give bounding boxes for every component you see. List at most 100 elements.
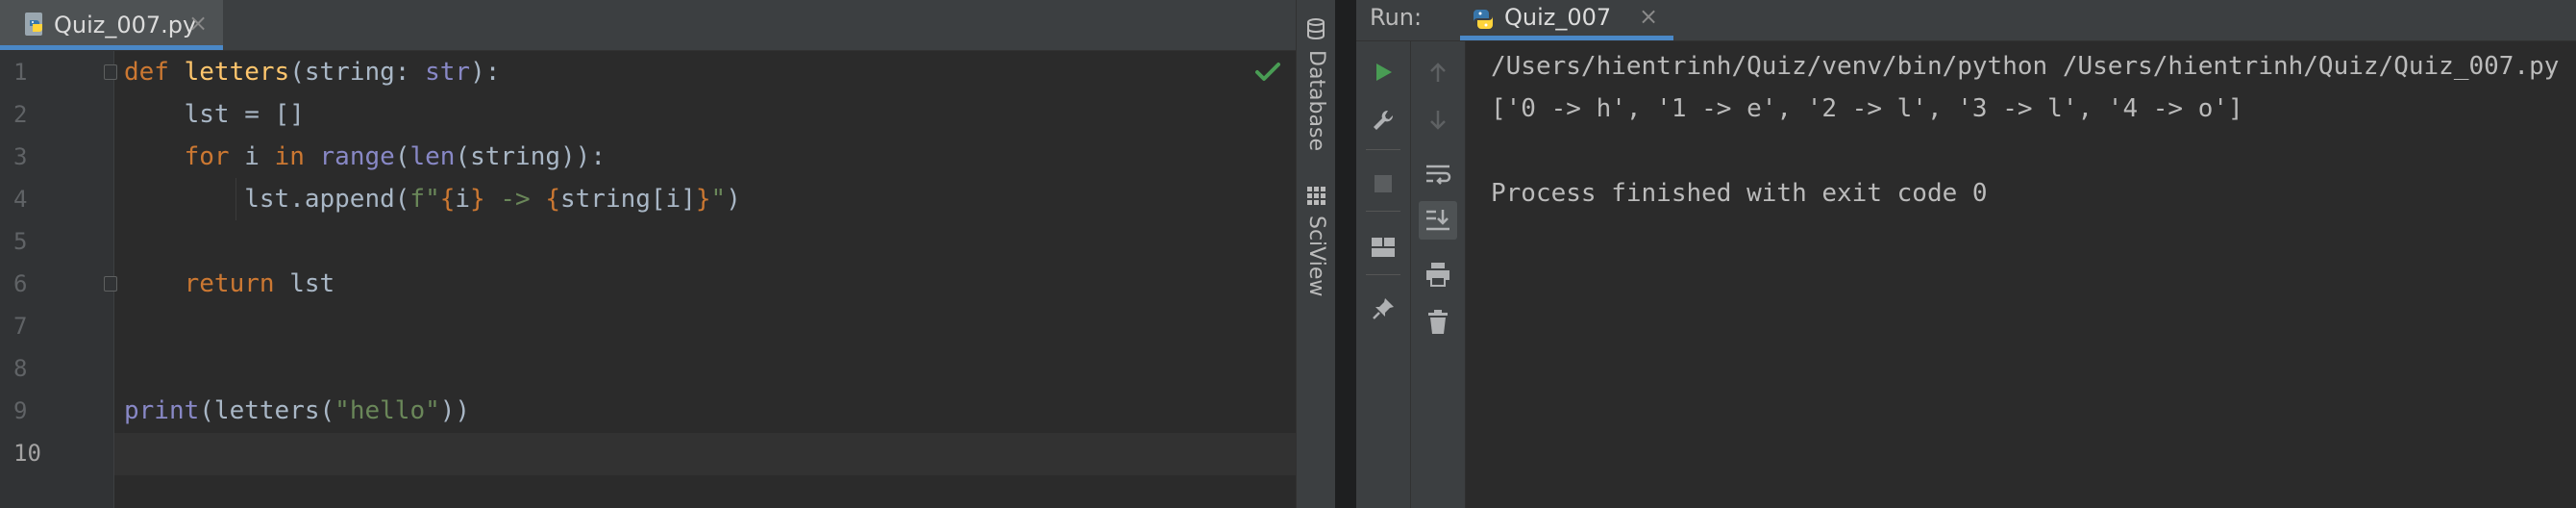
code-text: (letters(: [199, 396, 335, 425]
string-literal: ->: [484, 185, 546, 214]
code-line-2: lst = []: [124, 100, 305, 129]
code-text: ):: [470, 58, 501, 87]
line-number: 4: [13, 186, 28, 213]
line-number: 7: [13, 313, 28, 340]
console-result-line: ['0 -> h', '1 -> e', '2 -> l', '3 -> l',…: [1491, 94, 2243, 123]
code-text: lst: [274, 269, 335, 298]
layout-button[interactable]: [1364, 228, 1402, 267]
code-area[interactable]: def letters(string: str): lst = [] for i…: [114, 51, 1296, 508]
keyword: for: [184, 142, 230, 171]
keyword: return: [184, 269, 275, 298]
current-line-highlight: [114, 433, 1296, 475]
database-icon: [1307, 18, 1325, 40]
code-line-6: return lst: [124, 263, 335, 305]
line-number: 3: [13, 143, 28, 170]
line-number: 9: [13, 397, 28, 424]
soft-wrap-button[interactable]: [1419, 155, 1457, 193]
console-command-line: /Users/hientrinh/Quiz/venv/bin/python /U…: [1491, 52, 2560, 81]
close-icon[interactable]: ×: [1639, 3, 1658, 30]
run-header: Run: Quiz_007 ×: [1356, 0, 2576, 41]
pane-separator[interactable]: [1335, 0, 1356, 508]
line-number-gutter: 1 2 3 4 5 6 7 8 9 10: [0, 51, 117, 508]
code-text: )): [439, 396, 471, 425]
line-number: 6: [13, 270, 28, 297]
close-icon[interactable]: ×: [188, 10, 208, 37]
editor-tab-label: Quiz_007.py: [54, 12, 197, 38]
sciview-tab-label: SciView: [1304, 216, 1328, 297]
code-line-1: def letters(string: str):: [124, 51, 500, 93]
toolbar-separator: [1366, 149, 1400, 150]
keyword: in: [274, 142, 305, 171]
down-arrow-icon: [1430, 111, 1446, 130]
code-text: (: [394, 142, 410, 171]
layout-icon: [1372, 238, 1395, 257]
line-number-current: 10: [13, 440, 41, 467]
next-occurrence-button[interactable]: [1419, 101, 1457, 140]
code-line-9: print(letters("hello")): [124, 390, 470, 432]
console-exit-line: Process finished with exit code 0: [1491, 179, 1988, 208]
editor-tab-bar: Quiz_007.py ×: [0, 0, 1296, 51]
string-literal: ": [710, 185, 727, 214]
line-number: 1: [13, 59, 28, 86]
code-text: string[i]: [559, 185, 696, 214]
scroll-to-end-icon: [1426, 210, 1449, 231]
run-toolbar-left: [1356, 41, 1411, 508]
builtin-function: print: [124, 396, 200, 425]
print-icon: [1426, 263, 1449, 287]
run-toolbar-right: [1411, 41, 1466, 508]
settings-wrench-icon: [1374, 110, 1394, 130]
toolbar-separator: [1366, 211, 1400, 212]
scroll-to-end-button[interactable]: [1419, 201, 1457, 240]
editor-pane[interactable]: Quiz_007.py × 1 2 3 4 5 6 7 8 9 10 def l…: [0, 0, 1296, 508]
previous-occurrence-button[interactable]: [1419, 53, 1457, 91]
trash-icon: [1428, 310, 1448, 334]
pin-icon: [1373, 298, 1394, 319]
keyword: def: [124, 58, 169, 87]
console-output[interactable]: /Users/hientrinh/Quiz/venv/bin/python /U…: [1466, 41, 2576, 508]
code-line-3: for i in range(len(string)):: [124, 136, 606, 178]
code-text: (string)):: [455, 142, 606, 171]
database-tab-label: Database: [1304, 50, 1328, 151]
check-icon[interactable]: [1255, 62, 1280, 83]
clear-all-button[interactable]: [1419, 303, 1457, 342]
right-tool-strip: Database SciView: [1296, 0, 1335, 508]
string-literal: "hello": [334, 396, 440, 425]
run-tool-window: Run: Quiz_007 × /Users/hientrinh/Quiz/ve…: [1356, 0, 2576, 508]
fstring-brace: }: [470, 185, 485, 214]
stop-icon: [1375, 175, 1392, 192]
rerun-icon: [1376, 64, 1392, 81]
print-button[interactable]: [1419, 255, 1457, 293]
code-text: i: [229, 142, 275, 171]
toolbar-separator: [1366, 274, 1400, 275]
pin-tab-button[interactable]: [1364, 290, 1402, 328]
line-number: 5: [13, 228, 28, 255]
run-label: Run:: [1370, 4, 1423, 31]
code-text: (string:: [289, 58, 426, 87]
fstring-brace: }: [695, 185, 711, 214]
run-tab-quiz-007[interactable]: Quiz_007 ×: [1460, 0, 1673, 40]
edit-configuration-button[interactable]: [1364, 101, 1402, 140]
code-line-4: lst.append(f"{i} -> {string[i]}"): [124, 178, 741, 220]
builtin-type: str: [425, 58, 471, 87]
builtin-function: range: [319, 142, 395, 171]
fstring-brace: {: [439, 185, 456, 214]
rerun-button[interactable]: [1364, 53, 1402, 91]
function-name: letters: [184, 58, 290, 87]
run-tab-label: Quiz_007: [1504, 4, 1612, 31]
code-text: ): [726, 185, 741, 214]
sciview-icon: [1307, 187, 1325, 205]
database-tool-tab[interactable]: Database: [1297, 17, 1335, 152]
python-run-icon: [1474, 10, 1493, 29]
fstring-prefix: f": [409, 185, 440, 214]
active-tab-indicator: [1460, 36, 1673, 40]
stop-button[interactable]: [1364, 165, 1402, 203]
python-file-icon: [25, 13, 42, 36]
sciview-tool-tab[interactable]: SciView: [1297, 185, 1335, 310]
code-text: i: [455, 185, 471, 214]
line-number: 8: [13, 355, 28, 382]
editor-tab-quiz-007[interactable]: Quiz_007.py ×: [0, 0, 223, 50]
line-number: 2: [13, 101, 28, 128]
